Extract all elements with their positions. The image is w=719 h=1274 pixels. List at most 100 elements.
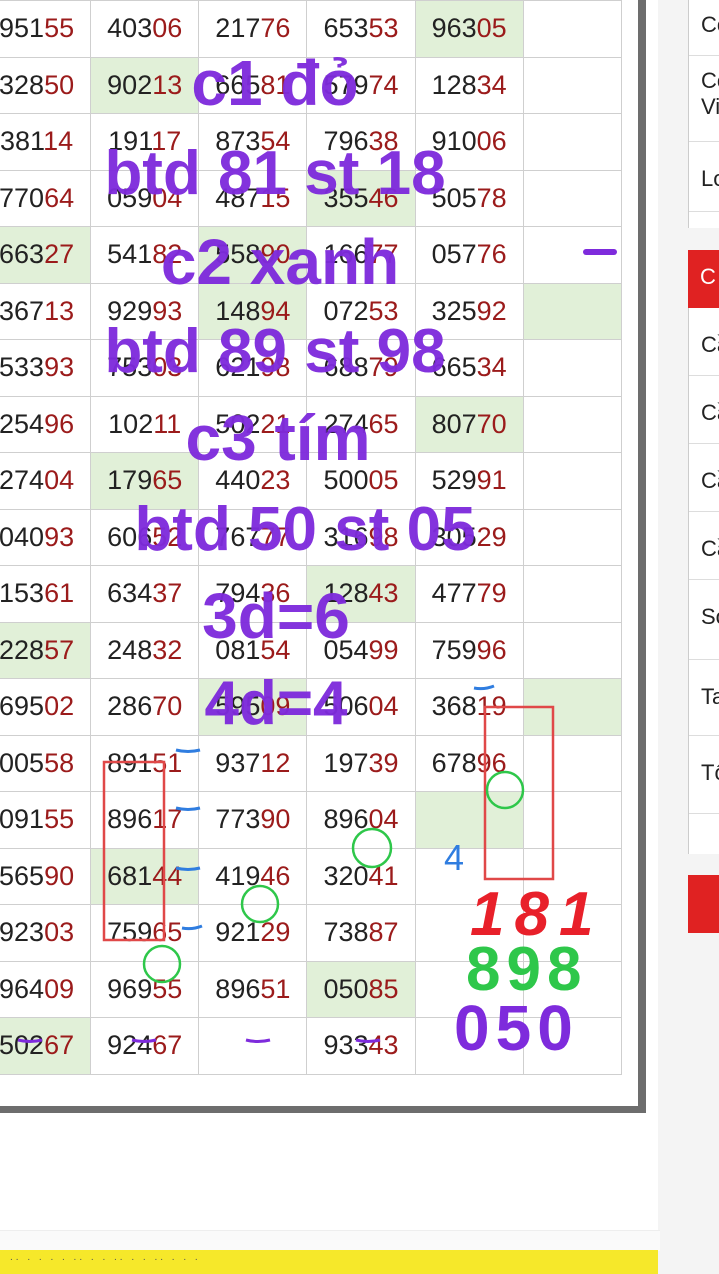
table-cell: 36819: [414, 678, 524, 736]
cell-number-head: 937: [215, 747, 261, 778]
table-cell: [522, 904, 623, 962]
table-row: 36713 92993 14894 07253 32592: [0, 282, 623, 340]
cell-number-head: 678: [431, 747, 477, 778]
cell-number-tail: 12: [260, 747, 291, 778]
table-cell: 87354: [198, 113, 308, 171]
table-cell: 48715: [198, 169, 308, 227]
cell-number-tail: 06: [476, 126, 507, 157]
cell-number-tail: 05: [476, 13, 507, 44]
cell-number-head: 248: [107, 634, 153, 665]
cell-number-head: 050: [323, 973, 369, 1004]
cell-number-head: 325: [431, 295, 477, 326]
cell-number-tail: 37: [152, 578, 183, 609]
cell-number-tail: 93: [44, 352, 75, 383]
cell-number-head: 565: [0, 860, 45, 891]
table-cell: 89651: [198, 960, 308, 1018]
cell-number-head: 933: [323, 1030, 369, 1061]
cell-number-tail: 54: [260, 126, 291, 157]
cell-number-head: 794: [215, 578, 261, 609]
cell-number-tail: 23: [260, 465, 291, 496]
notice-bar[interactable]: .. . . . . .. . . .. . . .. . . .: [0, 1250, 658, 1274]
page-bottom-area: [0, 1230, 660, 1251]
table-cell: 68879: [306, 339, 416, 397]
cell-number-head: 102: [108, 408, 154, 439]
side-item[interactable]: Cơ Vi: [689, 56, 719, 142]
cell-number-head: 072: [323, 295, 369, 326]
cell-number-head: 197: [323, 747, 369, 778]
cell-number-tail: 14: [43, 126, 74, 157]
cell-number-head: 081: [215, 634, 261, 665]
cell-number-tail: 43: [368, 1030, 399, 1061]
cell-number-tail: 44: [152, 860, 183, 891]
cell-number-tail: 87: [368, 917, 399, 948]
cell-number-tail: 76: [476, 239, 507, 270]
cell-number-head: 153: [0, 578, 45, 609]
table-cell: 12834: [414, 56, 524, 114]
side-item[interactable]: Cơ: [689, 0, 719, 56]
side-item[interactable]: Cầ: [689, 512, 719, 580]
side-item[interactable]: Sơ: [689, 580, 719, 660]
table-cell: 53393: [0, 339, 92, 397]
table-cell: [522, 791, 623, 849]
cell-number-tail: 36: [260, 578, 291, 609]
table-cell: 36713: [0, 282, 92, 340]
table-cell: 10211: [90, 395, 200, 453]
side-item[interactable]: Cầ: [689, 376, 719, 444]
cell-number-tail: 52: [152, 521, 183, 552]
cell-number-tail: 54: [260, 634, 291, 665]
cell-number-tail: 32: [152, 634, 183, 665]
cell-number-head: 541: [107, 239, 153, 270]
cell-number-head: 128: [323, 578, 369, 609]
side-item[interactable]: Cầ: [689, 444, 719, 512]
table-row: 66327 54182 55890 16677 05776: [0, 226, 623, 284]
table-cell: 27404: [0, 452, 92, 510]
side-item[interactable]: Cầ: [689, 308, 719, 376]
table-row: 32850 90213 66581 57974 12834: [0, 56, 623, 114]
cell-number-tail: 53: [368, 295, 399, 326]
table-row: 69502 28670 59509 50604 36819: [0, 678, 623, 736]
table-cell: 38114: [0, 113, 92, 171]
table-cell: 60652: [90, 508, 200, 566]
cell-number-tail: 94: [260, 295, 291, 326]
cell-number-tail: 55: [44, 13, 75, 44]
cell-number-head: 873: [215, 126, 261, 157]
table-cell: 44023: [198, 452, 308, 510]
cell-number-tail: 17: [151, 126, 182, 157]
table-cell: 79638: [306, 113, 416, 171]
table-cell: 96955: [90, 960, 200, 1018]
table-cell: [522, 678, 623, 736]
table-cell: 79436: [198, 565, 308, 623]
cell-number-tail: 99: [368, 634, 399, 665]
cell-number-head: 606: [107, 521, 153, 552]
cell-number-head: 579: [323, 69, 369, 100]
cell-number-head: 477: [431, 578, 477, 609]
cell-number-tail: 67: [44, 1030, 75, 1061]
cell-number-tail: 51: [260, 973, 291, 1004]
cell-number-head: 924: [107, 1030, 153, 1061]
cell-number-tail: 53: [368, 13, 399, 44]
side-item[interactable]: Ta: [689, 660, 719, 736]
cell-number-head: 054: [323, 634, 369, 665]
table-cell: 16677: [306, 226, 416, 284]
cell-number-head: 274: [0, 465, 45, 496]
table-cell: 28670: [90, 678, 200, 736]
table-cell: 15361: [0, 565, 92, 623]
cell-number-head: 091: [0, 804, 45, 835]
table-cell: 77064: [0, 169, 92, 227]
side-item[interactable]: Lo: [689, 142, 719, 212]
table-cell: 80770: [414, 395, 524, 453]
side-item[interactable]: Tô: [689, 736, 719, 814]
cell-number-head: 770: [0, 182, 45, 213]
cell-number-head: 040: [0, 521, 45, 552]
table-cell: 05085: [306, 960, 416, 1018]
table-row: 38114 19117 87354 79638 91006: [0, 113, 623, 171]
table-cell: 75996: [414, 621, 524, 679]
table-cell: 41946: [198, 847, 308, 905]
table-row: 96409 96955 89651 05085: [0, 960, 623, 1018]
table-cell: 19739: [306, 734, 416, 792]
cell-number-head: 179: [107, 465, 153, 496]
cell-number-tail: 93: [44, 521, 75, 552]
cell-number-tail: 96: [476, 747, 507, 778]
cell-number-head: 665: [215, 69, 261, 100]
table-cell: 90213: [90, 56, 200, 114]
